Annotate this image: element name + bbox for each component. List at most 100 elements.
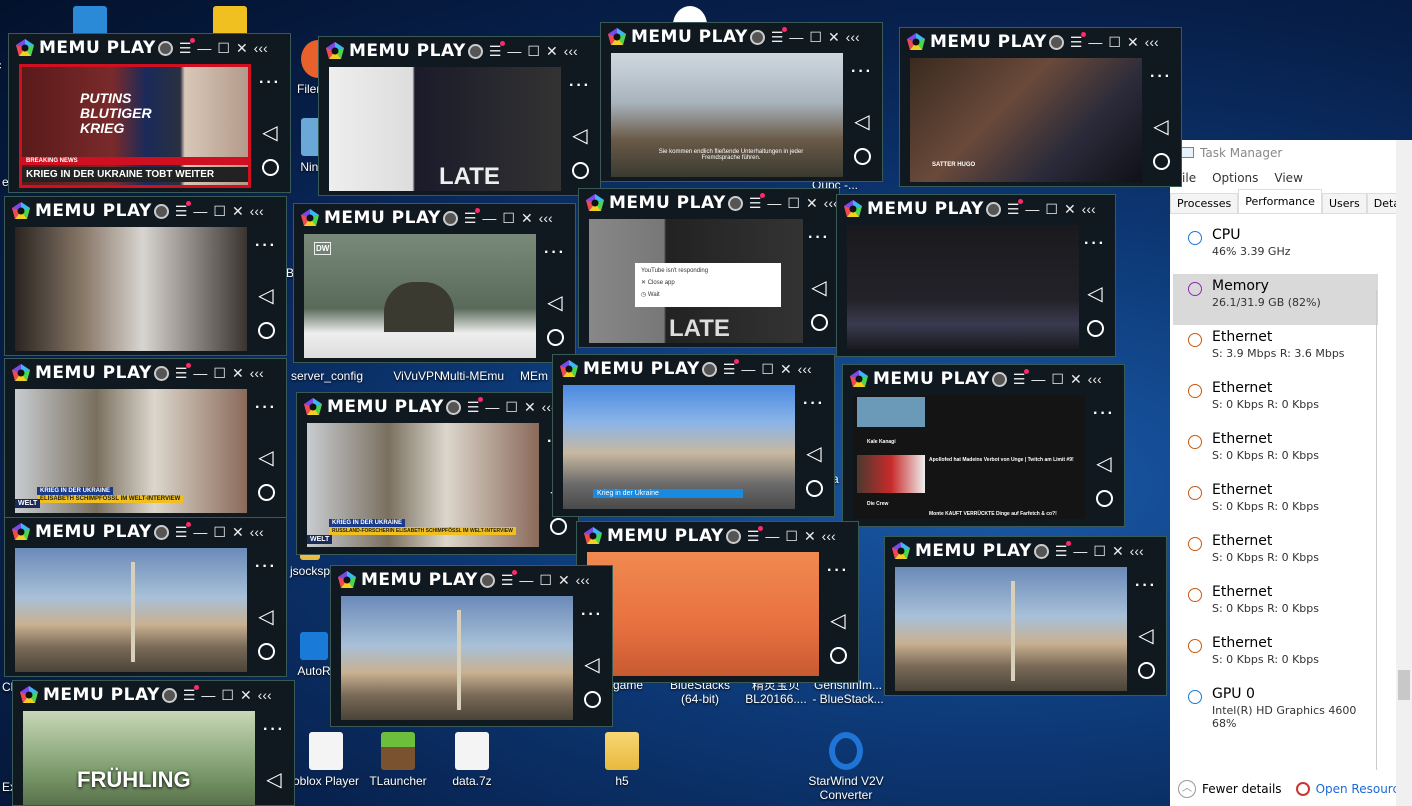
more-options-button[interactable]: ···	[1141, 68, 1181, 86]
memu-window[interactable]: MEMU PLAY ☰ — ☐ ✕ ‹‹‹ ··· ◁ LATE YouTube…	[578, 188, 840, 348]
memu-titlebar[interactable]: MEMU PLAY ☰ — ☐ ✕ ‹‹‹	[837, 195, 1115, 223]
home-button[interactable]	[1152, 153, 1170, 170]
memu-window[interactable]: MEMU PLAY ☰ — ☐ ✕ ‹‹‹ ··· ◁ FRÜHLING	[12, 680, 295, 806]
back-button[interactable]: ◁	[1141, 114, 1181, 139]
close-button[interactable]: ✕	[828, 29, 840, 46]
video-title[interactable]: Apollofed hat Madeins Verbot von Unge | …	[929, 457, 1079, 463]
user-account-icon[interactable]	[161, 687, 177, 703]
maximize-button[interactable]: ☐	[1045, 201, 1058, 218]
resource-item-ethernet[interactable]: Ethernet S: 0 Kbps R: 0 Kbps	[1173, 580, 1378, 631]
menu-icon[interactable]: ☰	[1055, 540, 1071, 560]
desktop-icon[interactable]: TLauncher	[358, 732, 438, 788]
back-button[interactable]: ◁	[572, 652, 612, 677]
user-account-icon[interactable]	[479, 572, 495, 588]
memu-titlebar[interactable]: MEMU PLAY ☰ — ☐ ✕ ‹‹‹	[319, 37, 600, 65]
memu-window[interactable]: MEMU PLAY ☰ — ☐ ✕ ‹‹‹ ··· ◁ SATTER HUGO	[899, 27, 1182, 187]
back-button[interactable]: ◁	[799, 275, 839, 300]
menu-icon[interactable]: ☰	[1070, 31, 1086, 51]
menu-icon[interactable]: ☰	[183, 684, 199, 704]
close-button[interactable]: ✕	[236, 40, 248, 57]
resource-item-ethernet[interactable]: Ethernet S: 0 Kbps R: 0 Kbps	[1173, 376, 1378, 427]
user-account-icon[interactable]	[157, 40, 173, 56]
memu-window[interactable]: MEMU PLAY ☰ — ☐ ✕ ‹‹‹ ··· ◁ Kale Kanagi …	[842, 364, 1125, 527]
close-button[interactable]: ✕	[232, 524, 244, 541]
back-button[interactable]: ◁	[794, 441, 834, 466]
home-button[interactable]	[549, 518, 567, 535]
menu-icon[interactable]: ☰	[749, 192, 765, 212]
maximize-button[interactable]: ☐	[213, 365, 226, 382]
minimize-button[interactable]: —	[1025, 201, 1039, 217]
more-options-button[interactable]: ···	[799, 229, 839, 247]
menu-icon[interactable]: ☰	[1007, 198, 1023, 218]
memu-window[interactable]: MEMU PLAY ☰ — ☐ ✕ ‹‹‹ ··· ◁	[576, 521, 859, 683]
collapse-sidebar-button[interactable]: ‹‹‹	[846, 29, 860, 45]
collapse-sidebar-button[interactable]: ‹‹‹	[576, 572, 590, 588]
memu-window[interactable]: MEMU PLAY ☰ — ☐ ✕ ‹‹‹ ··· ◁ LATE	[318, 36, 601, 196]
menu-icon[interactable]: ☰	[723, 358, 739, 378]
more-options-button[interactable]: ···	[572, 606, 612, 624]
tab-processes[interactable]: Processes	[1170, 193, 1239, 213]
emulator-screen[interactable]	[15, 227, 247, 351]
back-button[interactable]: ◁	[1084, 451, 1124, 476]
memu-titlebar[interactable]: MEMU PLAY ☰ — ☐ ✕ ‹‹‹	[577, 522, 858, 550]
home-button[interactable]	[805, 480, 823, 497]
emulator-screen[interactable]: PUTINS BLUTIGER KRIEG BREAKING NEWS KRIE…	[19, 64, 251, 188]
home-button[interactable]	[546, 329, 564, 346]
resource-item-cpu[interactable]: CPU 46% 3.39 GHz	[1173, 223, 1378, 274]
minimize-button[interactable]: —	[485, 399, 499, 415]
back-button[interactable]: ◁	[246, 604, 286, 629]
menu-icon[interactable]: ☰	[175, 200, 191, 220]
user-account-icon[interactable]	[985, 201, 1001, 217]
maximize-button[interactable]: ☐	[213, 524, 226, 541]
resource-item-memory[interactable]: Memory 26.1/31.9 GB (82%)	[1173, 274, 1378, 325]
memu-window[interactable]: MEMU PLAY ☰ — ☐ ✕ ‹‹‹ ··· ◁	[330, 565, 613, 727]
back-button[interactable]: ◁	[560, 123, 600, 148]
memu-window[interactable]: MEMU PLAY ☰ — ☐ ✕ ‹‹‹ ··· ◁	[836, 194, 1116, 357]
user-account-icon[interactable]	[442, 210, 458, 226]
close-button[interactable]: ✕	[558, 572, 570, 589]
collapse-sidebar-button[interactable]: ‹‹‹	[1088, 371, 1102, 387]
user-account-icon[interactable]	[445, 399, 461, 415]
tab-performance[interactable]: Performance	[1238, 189, 1322, 213]
desktop-icon[interactable]: oblox Player	[286, 732, 366, 788]
collapse-sidebar-button[interactable]: ‹‹‹	[798, 361, 812, 377]
desktop-icon[interactable]: StarWind V2V Converter	[806, 732, 886, 802]
menu-icon[interactable]: ☰	[175, 521, 191, 541]
menu-view[interactable]: View	[1274, 171, 1302, 190]
back-button[interactable]: ◁	[535, 290, 575, 315]
wait-button[interactable]: ◷ Wait	[641, 291, 775, 298]
emulator-screen[interactable]	[847, 225, 1079, 349]
menu-options[interactable]: Options	[1212, 171, 1258, 190]
menu-icon[interactable]: ☰	[464, 207, 480, 227]
user-account-icon[interactable]	[749, 29, 765, 45]
maximize-button[interactable]: ☐	[1093, 543, 1106, 560]
scrollbar[interactable]	[1396, 140, 1412, 806]
emulator-screen[interactable]: Sie kommen endlich fließende Unterhaltun…	[611, 53, 843, 177]
desktop-icon[interactable]: MEm	[514, 369, 554, 383]
collapse-sidebar-button[interactable]: ‹‹‹	[250, 524, 264, 540]
emulator-screen[interactable]: FRÜHLING	[23, 711, 255, 805]
resource-item-ethernet[interactable]: Ethernet S: 0 Kbps R: 0 Kbps	[1173, 529, 1378, 580]
close-button[interactable]: ✕	[1070, 371, 1082, 388]
home-button[interactable]	[257, 322, 275, 339]
collapse-sidebar-button[interactable]: ‹‹‹	[564, 43, 578, 59]
resource-item-ethernet[interactable]: Ethernet S: 0 Kbps R: 0 Kbps	[1173, 427, 1378, 478]
memu-window[interactable]: MEMU PLAY ☰ — ☐ ✕ ‹‹‹ ··· ◁	[884, 536, 1167, 696]
desktop-icon[interactable]: h5	[582, 732, 662, 788]
chevron-up-icon[interactable]: ︿	[1178, 780, 1196, 798]
scrollbar-thumb[interactable]	[1398, 670, 1410, 700]
desktop-icon[interactable]: data.7z	[432, 732, 512, 788]
resource-item-ethernet[interactable]: Ethernet S: 0 Kbps R: 0 Kbps	[1173, 478, 1378, 529]
more-options-button[interactable]: ···	[250, 74, 290, 92]
memu-titlebar[interactable]: MEMU PLAY ☰ — ☐ ✕ ‹‹‹	[900, 28, 1181, 56]
minimize-button[interactable]: —	[741, 361, 755, 377]
collapse-sidebar-button[interactable]: ‹‹‹	[1145, 34, 1159, 50]
home-button[interactable]	[583, 691, 601, 708]
maximize-button[interactable]: ☐	[809, 29, 822, 46]
maximize-button[interactable]: ☐	[1108, 34, 1121, 51]
maximize-button[interactable]: ☐	[502, 210, 515, 227]
minimize-button[interactable]: —	[1073, 543, 1087, 559]
maximize-button[interactable]: ☐	[221, 687, 234, 704]
home-button[interactable]	[853, 148, 871, 165]
home-button[interactable]	[829, 647, 847, 664]
